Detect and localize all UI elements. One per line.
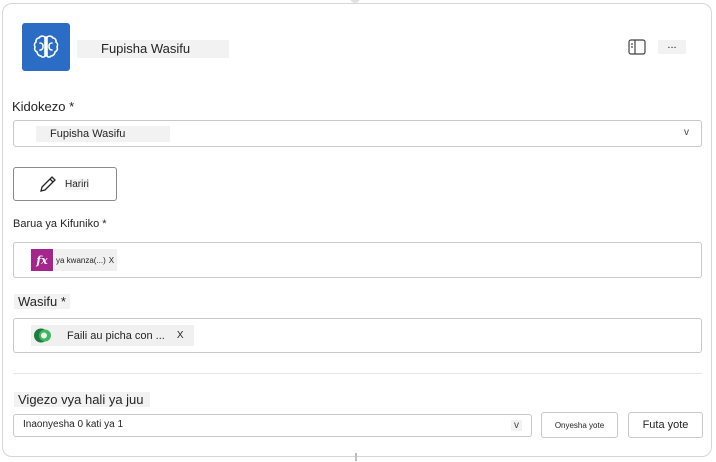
- connector-bottom: [355, 453, 357, 461]
- chevron-down-icon: v: [511, 420, 522, 431]
- side-panel-icon[interactable]: [628, 39, 646, 55]
- resume-label: Wasifu *: [14, 294, 70, 309]
- prompt-value: Fupisha Wasifu: [36, 126, 170, 142]
- more-options-button[interactable]: ...: [658, 40, 686, 54]
- resume-token-text: Faili au picha con ...: [67, 329, 165, 342]
- remove-token-button[interactable]: X: [173, 330, 194, 341]
- divider: [13, 373, 702, 374]
- prompt-label: Kidokezo *: [12, 99, 75, 114]
- ai-brain-icon: [22, 23, 70, 71]
- show-all-button[interactable]: Onyesha yote: [541, 412, 618, 438]
- advanced-params-value: Inaonyesha 0 kati ya 1: [23, 419, 124, 430]
- chevron-down-icon: v: [684, 127, 689, 138]
- prompt-dropdown[interactable]: Fupisha Wasifu v: [13, 120, 702, 147]
- cover-letter-field[interactable]: fx ya kwanza(...) X: [13, 242, 702, 278]
- action-card: [2, 3, 712, 457]
- resume-field[interactable]: Faili au picha con ... X: [13, 318, 702, 353]
- remove-token-button[interactable]: X: [109, 256, 117, 265]
- show-all-label: Onyesha yote: [554, 420, 605, 430]
- cover-letter-label: Barua ya Kifuniko *: [13, 218, 107, 230]
- fx-icon: fx: [31, 249, 53, 271]
- pencil-icon: [40, 176, 56, 192]
- action-title[interactable]: Fupisha Wasifu: [77, 40, 229, 58]
- cover-letter-token[interactable]: fx ya kwanza(...) X: [31, 249, 118, 271]
- edit-button[interactable]: Hariri: [13, 167, 117, 201]
- edit-button-label: Hariri: [65, 179, 89, 190]
- clear-all-button[interactable]: Futa yote: [628, 412, 703, 438]
- advanced-params-select[interactable]: Inaonyesha 0 kati ya 1 v: [13, 414, 532, 437]
- advanced-params-label: Vigezo vya hali ya juu: [14, 392, 150, 407]
- cover-letter-token-text: ya kwanza(...): [56, 255, 106, 265]
- clear-all-label: Futa yote: [642, 419, 689, 431]
- dataverse-icon: [34, 328, 51, 343]
- resume-token[interactable]: Faili au picha con ... X: [31, 325, 194, 346]
